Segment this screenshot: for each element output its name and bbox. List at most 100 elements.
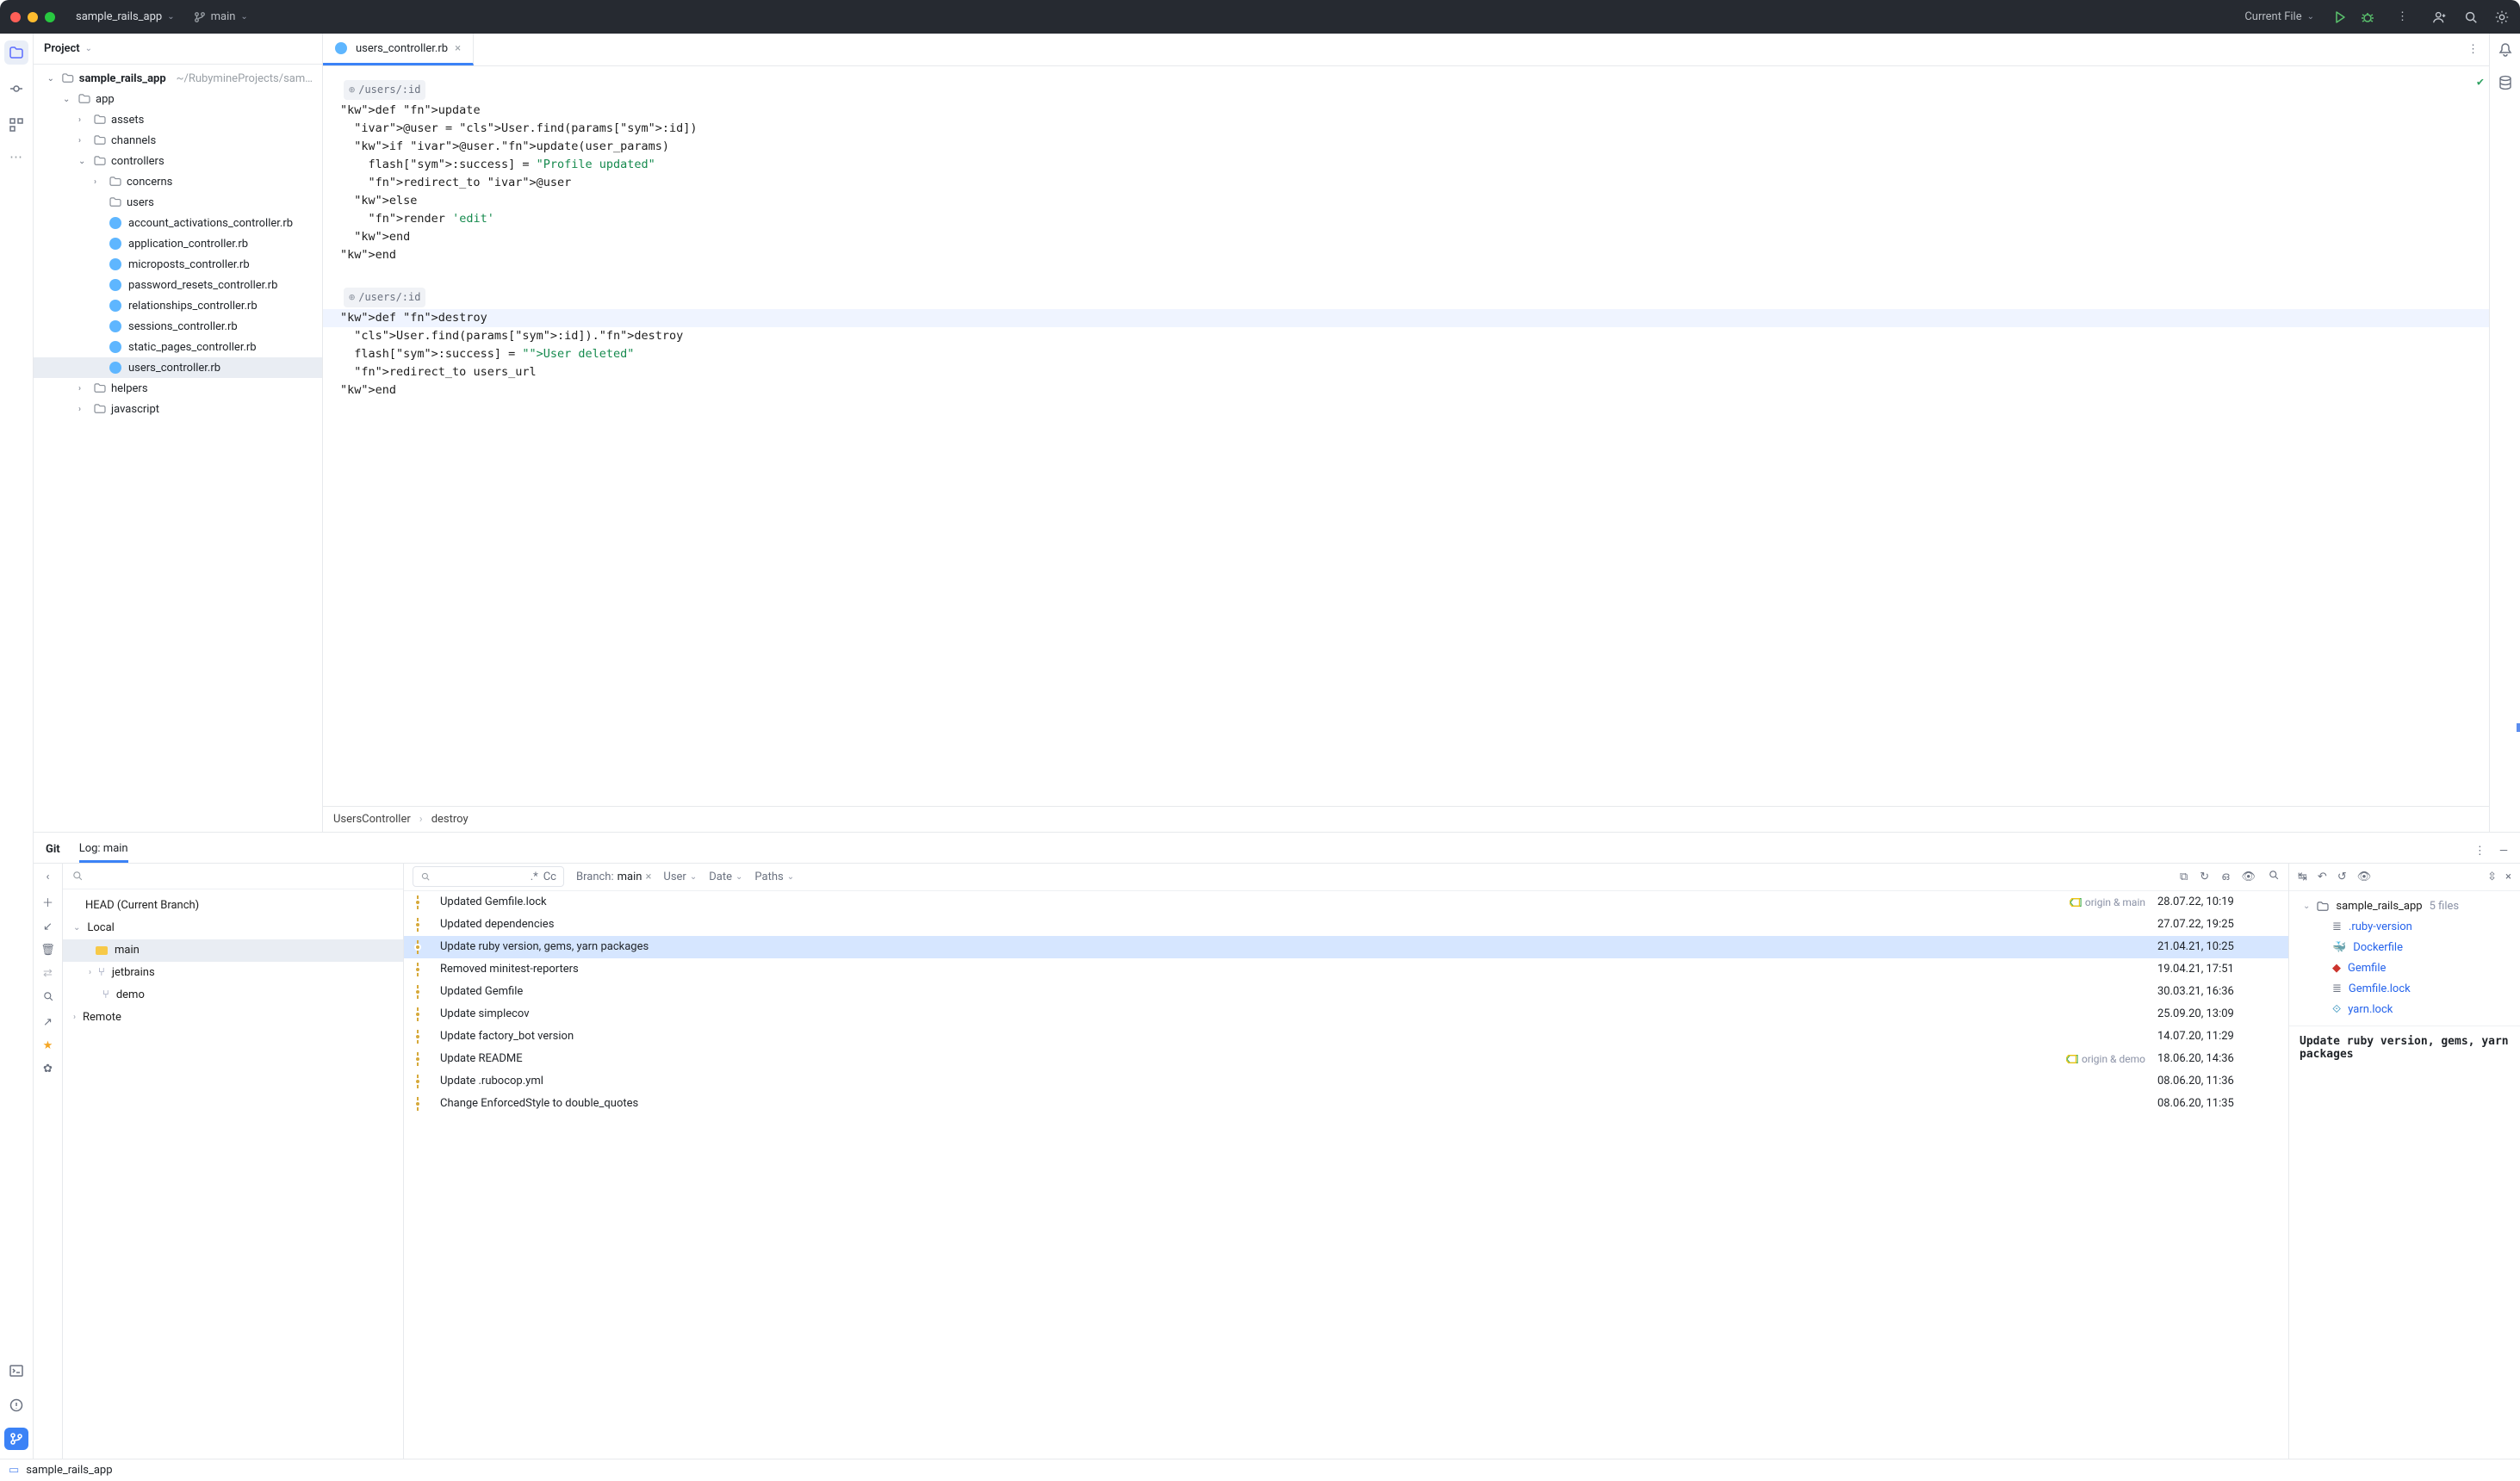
checkout-button[interactable]: ↗	[43, 1016, 53, 1029]
changed-file-row[interactable]: ◆Gemfile	[2289, 958, 2520, 979]
changed-files-tree[interactable]: ⌄ sample_rails_app 5 files ≣.ruby-versio…	[2289, 891, 2520, 1026]
settings-button[interactable]: ✿	[43, 1063, 53, 1075]
tree-item[interactable]: ⌄controllers	[34, 151, 322, 171]
compare-button[interactable]: ⇄	[43, 967, 53, 980]
user-filter[interactable]: User ⌄	[663, 871, 697, 883]
paths-filter[interactable]: Paths ⌄	[754, 871, 794, 883]
zoom-window[interactable]	[45, 12, 55, 22]
branch-filter[interactable]: Branch: main ×	[576, 871, 651, 883]
branch-search[interactable]	[63, 864, 403, 889]
commit-row[interactable]: Updated Gemfile30.03.21, 16:36	[404, 981, 2288, 1003]
more-tools[interactable]: ⋯	[9, 149, 23, 164]
changed-file-row[interactable]: 🐳Dockerfile	[2289, 938, 2520, 958]
branch-switcher[interactable]: main ⌄	[194, 10, 248, 23]
more-actions[interactable]: ⋮	[2397, 10, 2410, 23]
notifications-button[interactable]	[2498, 42, 2512, 61]
date-filter[interactable]: Date ⌄	[709, 871, 742, 883]
refresh-icon[interactable]: ↻	[2200, 871, 2209, 883]
tree-item[interactable]: ›javascript	[34, 399, 322, 419]
code-line[interactable]: "kw">if "ivar">@user."fn">update(user_pa…	[340, 138, 2489, 156]
favorite-button[interactable]: ★	[43, 1039, 53, 1052]
update-button[interactable]: ↙	[43, 920, 53, 933]
remote-group-row[interactable]: ›Remote	[63, 1007, 403, 1029]
tree-item[interactable]: sessions_controller.rb	[34, 316, 322, 337]
code-line[interactable]: "kw">def "fn">update	[340, 102, 2489, 120]
debug-button[interactable]	[2361, 10, 2374, 24]
commit-row[interactable]: Update README origin & demo18.06.20, 14:…	[404, 1048, 2288, 1070]
cherry-pick-icon[interactable]: ഒ	[2221, 871, 2229, 883]
preview-diff-button[interactable]: 👁	[2357, 871, 2372, 883]
terminal-tool-button[interactable]	[4, 1359, 28, 1383]
commit-row[interactable]: Updated dependencies27.07.22, 19:25	[404, 914, 2288, 936]
close-detail-button[interactable]: ×	[2505, 871, 2511, 883]
search-branches-button[interactable]	[42, 990, 54, 1006]
commit-tool-button[interactable]	[4, 77, 28, 101]
breadcrumb-item[interactable]: destroy	[431, 813, 469, 826]
tree-item[interactable]: application_controller.rb	[34, 233, 322, 254]
code-line[interactable]: "kw">else	[340, 192, 2489, 210]
code-line[interactable]: "kw">end	[340, 228, 2489, 246]
editor-tab-more[interactable]: ⋮	[2467, 43, 2480, 56]
close-window[interactable]	[10, 12, 21, 22]
project-tool-button[interactable]	[4, 40, 28, 65]
database-tool-button[interactable]	[2498, 75, 2512, 94]
commit-row[interactable]: Change EnforcedStyle to double_quotes08.…	[404, 1093, 2288, 1115]
code-line[interactable]: "kw">def "fn">destroy	[323, 309, 2489, 327]
changed-file-row[interactable]: ≣.ruby-version	[2289, 917, 2520, 938]
branch-demo-row[interactable]: ⑂demo	[63, 984, 403, 1007]
match-case-toggle[interactable]: Cc	[543, 871, 556, 883]
code-line[interactable]: "fn">render 'edit'	[340, 210, 2489, 228]
run-config-selector[interactable]: Current File ⌄	[2244, 10, 2314, 23]
tree-item[interactable]: ›helpers	[34, 378, 322, 399]
tree-item[interactable]: static_pages_controller.rb	[34, 337, 322, 357]
search-button[interactable]	[2463, 9, 2479, 25]
new-branch-icon[interactable]: ⧉	[2180, 871, 2188, 883]
commit-row[interactable]: Update factory_bot version14.07.20, 11:2…	[404, 1026, 2288, 1048]
code-line[interactable]: "fn">redirect_to users_url	[340, 363, 2489, 381]
status-project[interactable]: sample_rails_app	[26, 1464, 112, 1477]
tree-item[interactable]: ›concerns	[34, 171, 322, 192]
git-panel-more[interactable]: ⋮	[2474, 845, 2487, 858]
changed-files-root[interactable]: ⌄ sample_rails_app 5 files	[2289, 896, 2520, 917]
collapse-button[interactable]: ‹	[47, 871, 50, 883]
branch-main-row[interactable]: main	[63, 939, 403, 962]
tree-item[interactable]: ›channels	[34, 130, 322, 151]
project-switcher[interactable]: sample_rails_app ⌄	[76, 10, 175, 23]
commit-row[interactable]: Update .rubocop.yml08.06.20, 11:36	[404, 1070, 2288, 1093]
breadcrumb-item[interactable]: UsersController	[333, 813, 411, 826]
code-line[interactable]: "kw">end	[340, 246, 2489, 264]
tree-item[interactable]: account_activations_controller.rb	[34, 213, 322, 233]
code-editor[interactable]: ✔ ⊕/users/:id"kw">def "fn">update "ivar"…	[323, 66, 2489, 806]
expand-button[interactable]: ⇳	[2487, 871, 2497, 883]
code-with-me-button[interactable]	[2432, 9, 2448, 25]
run-button[interactable]	[2333, 10, 2347, 24]
new-branch-button[interactable]: ＋	[42, 894, 53, 910]
close-tab-icon[interactable]: ×	[455, 42, 461, 55]
code-line[interactable]: "fn">redirect_to "ivar">@user	[340, 174, 2489, 192]
code-line[interactable]: "kw">end	[340, 381, 2489, 400]
local-group-row[interactable]: ⌄Local	[63, 917, 403, 939]
commit-row[interactable]: Removed minitest-reporters19.04.21, 17:5…	[404, 958, 2288, 981]
changed-file-row[interactable]: ≣Gemfile.lock	[2289, 979, 2520, 1000]
minimize-window[interactable]	[28, 12, 38, 22]
tree-item[interactable]: ⌄app	[34, 89, 322, 109]
problems-tool-button[interactable]	[4, 1393, 28, 1417]
delete-button[interactable]: 🗑	[40, 944, 55, 957]
tree-item[interactable]: users_controller.rb	[34, 357, 322, 378]
tree-item[interactable]: password_resets_controller.rb	[34, 275, 322, 295]
regex-toggle[interactable]: .*	[531, 871, 538, 883]
project-tree[interactable]: ⌄sample_rails_app~/RubymineProjects/samp…	[34, 65, 322, 832]
git-tool-button[interactable]	[4, 1428, 28, 1450]
tree-item[interactable]: ›assets	[34, 109, 322, 130]
changed-file-row[interactable]: ⟐yarn.lock	[2289, 1000, 2520, 1020]
tree-root[interactable]: ⌄sample_rails_app~/RubymineProjects/samp…	[34, 68, 322, 89]
undo-button[interactable]: ↺	[2337, 871, 2347, 883]
git-log-tab[interactable]: Log: main	[79, 842, 128, 863]
find-icon[interactable]	[2268, 869, 2280, 884]
head-branch-row[interactable]: HEAD (Current Branch)	[63, 895, 403, 917]
tree-item[interactable]: users	[34, 192, 322, 213]
hide-panel-button[interactable]: —	[2499, 845, 2508, 858]
group-by-button[interactable]: ↹	[2298, 871, 2307, 883]
commit-row[interactable]: Update ruby version, gems, yarn packages…	[404, 936, 2288, 958]
branches-list[interactable]: HEAD (Current Branch) ⌄Local main ›⑂jetb…	[63, 889, 403, 1459]
